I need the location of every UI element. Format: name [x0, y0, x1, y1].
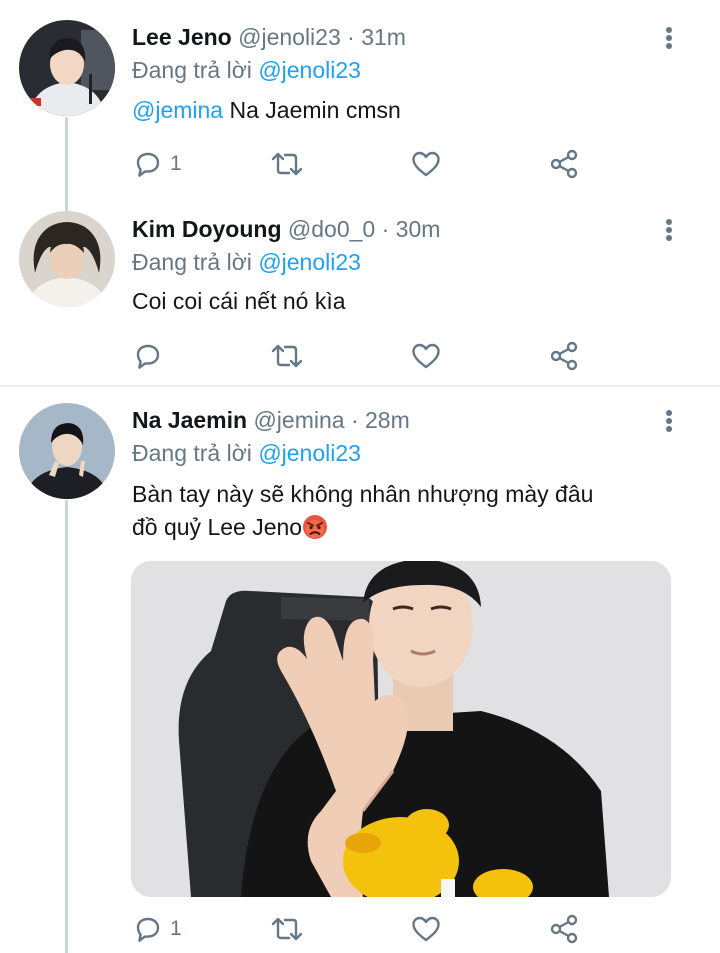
tweet-header: Lee Jeno @jenoli23 · 31m — [132, 22, 406, 52]
retweet-button[interactable] — [270, 148, 304, 180]
replying-prefix: Đang trả lời — [132, 249, 252, 275]
avatar[interactable] — [19, 403, 115, 499]
more-icon[interactable] — [656, 406, 682, 436]
replying-prefix: Đang trả lời — [132, 440, 252, 466]
share-icon — [548, 148, 580, 180]
separator-dot: · — [350, 407, 366, 433]
like-button[interactable] — [410, 148, 442, 180]
retweet-button[interactable] — [270, 913, 304, 945]
tweet-body-line-1: Bàn tay này sẽ không nhân nhượng mày đâu — [132, 481, 594, 507]
reply-icon — [132, 913, 164, 945]
reply-button[interactable]: 1 — [132, 913, 182, 945]
like-button[interactable] — [410, 340, 442, 372]
reply-count: 1 — [170, 152, 182, 175]
share-button[interactable] — [548, 148, 580, 180]
share-button[interactable] — [548, 340, 580, 372]
tweet-na-jaemin[interactable]: Na Jaemin @jemina · 28m Đang trả lời @je… — [0, 387, 720, 953]
tweet-media-image[interactable] — [131, 561, 671, 897]
separator-dot: · — [381, 216, 396, 242]
separator-dot: · — [347, 24, 362, 50]
avatar[interactable] — [19, 211, 115, 307]
tweet-body-line-2-text: đồ quỷ Lee Jeno — [132, 514, 303, 540]
reply-icon — [132, 148, 164, 180]
reply-count: 1 — [170, 917, 182, 940]
like-icon — [410, 148, 442, 180]
replying-prefix: Đang trả lời — [132, 57, 252, 83]
timestamp[interactable]: 28m — [365, 407, 410, 433]
timestamp[interactable]: 31m — [361, 24, 406, 50]
share-button[interactable] — [548, 913, 580, 945]
replying-to: Đang trả lời @jenoli23 — [132, 247, 361, 277]
display-name[interactable]: Kim Doyoung — [132, 216, 282, 242]
tweet-kim-doyoung[interactable]: Kim Doyoung @do0_0 · 30m Đang trả lời @j… — [0, 196, 720, 386]
angry-face-emoji — [302, 514, 328, 549]
like-icon — [410, 913, 442, 945]
tweet-body: Coi coi cái nết nó kìa — [132, 288, 346, 314]
replying-mention[interactable]: @jenoli23 — [258, 249, 361, 275]
display-name[interactable]: Na Jaemin — [132, 407, 247, 433]
thread-line — [65, 117, 68, 197]
retweet-icon — [270, 340, 304, 372]
tweet-text: Coi coi cái nết nó kìa — [132, 285, 692, 318]
share-icon — [548, 340, 580, 372]
like-icon — [410, 340, 442, 372]
tweet-header: Kim Doyoung @do0_0 · 30m — [132, 214, 440, 244]
tweet-text: @jemina Na Jaemin cmsn — [132, 94, 692, 127]
tweet-body: Na Jaemin cmsn — [229, 97, 401, 123]
retweet-icon — [270, 913, 304, 945]
reply-button[interactable]: 1 — [132, 148, 182, 180]
action-bar: 1 — [132, 148, 592, 180]
replying-mention[interactable]: @jenoli23 — [258, 57, 361, 83]
reply-icon — [132, 340, 164, 372]
tweet-text: Bàn tay này sẽ không nhân nhượng mày đâu… — [132, 478, 692, 549]
display-name[interactable]: Lee Jeno — [132, 24, 232, 50]
thread-line — [65, 500, 68, 953]
tweet-body-line-2: đồ quỷ Lee Jeno — [132, 511, 692, 549]
avatar[interactable] — [19, 20, 115, 116]
handle[interactable]: @jemina — [253, 407, 344, 433]
tweet-header: Na Jaemin @jemina · 28m — [132, 405, 410, 435]
replying-to: Đang trả lời @jenoli23 — [132, 438, 361, 468]
replying-to: Đang trả lời @jenoli23 — [132, 55, 361, 85]
handle[interactable]: @do0_0 — [288, 216, 375, 242]
action-bar — [132, 340, 592, 372]
retweet-icon — [270, 148, 304, 180]
retweet-button[interactable] — [270, 340, 304, 372]
more-icon[interactable] — [656, 23, 682, 53]
timestamp[interactable]: 30m — [396, 216, 441, 242]
replying-mention[interactable]: @jenoli23 — [258, 440, 361, 466]
reply-button[interactable] — [132, 340, 170, 372]
action-bar: 1 — [132, 913, 592, 945]
tweet-lee-jeno[interactable]: Lee Jeno @jenoli23 · 31m Đang trả lời @j… — [0, 0, 720, 197]
more-icon[interactable] — [656, 215, 682, 245]
share-icon — [548, 913, 580, 945]
handle[interactable]: @jenoli23 — [238, 24, 341, 50]
like-button[interactable] — [410, 913, 442, 945]
mention-link[interactable]: @jemina — [132, 97, 223, 123]
